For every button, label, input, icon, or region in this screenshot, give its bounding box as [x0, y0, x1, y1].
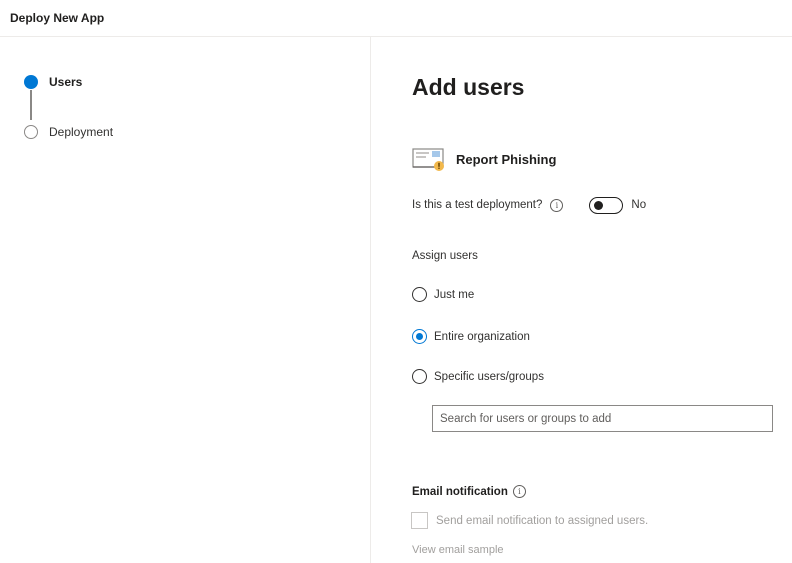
email-notification-checkbox-row[interactable]: Send email notification to assigned user… [411, 512, 648, 529]
header-title: Deploy New App [10, 11, 105, 25]
test-deployment-row: Is this a test deployment? i No [412, 195, 646, 215]
step-users[interactable]: Users [24, 75, 82, 89]
radio-just-me[interactable]: Just me [412, 287, 474, 302]
app-name: Report Phishing [456, 151, 557, 167]
page-title: Add users [412, 74, 525, 100]
assign-users-label: Assign users [412, 250, 478, 262]
email-warning-icon [412, 146, 446, 172]
header-bar: Deploy New App [0, 0, 792, 37]
step-connector-line [30, 90, 32, 120]
test-deployment-label: Is this a test deployment? [412, 199, 543, 211]
radio-button[interactable] [412, 369, 427, 384]
toggle-state-text: No [631, 199, 647, 211]
email-notification-heading: Email notification i [412, 485, 526, 498]
step-deployment[interactable]: Deployment [24, 125, 113, 139]
radio-entire-organization[interactable]: Entire organization [412, 329, 530, 344]
app-info: Report Phishing [412, 146, 556, 172]
test-deployment-toggle[interactable] [589, 196, 624, 214]
radio-button-checked[interactable] [412, 329, 427, 344]
radio-specific-users-groups[interactable]: Specific users/groups [412, 369, 544, 384]
info-icon[interactable]: i [550, 198, 564, 212]
step-users-label: Users [49, 75, 83, 89]
radio-label: Just me [434, 288, 475, 301]
view-email-sample-link[interactable]: View email sample [412, 544, 504, 556]
step-active-dot-icon [24, 75, 38, 89]
panel-divider [370, 37, 371, 563]
step-deployment-label: Deployment [49, 125, 114, 139]
info-icon[interactable]: i [512, 485, 526, 498]
toggle-knob [594, 200, 604, 210]
email-notification-title: Email notification [412, 485, 508, 498]
step-inactive-dot-icon [24, 125, 38, 139]
email-notification-checkbox[interactable] [411, 512, 428, 529]
radio-label: Entire organization [434, 330, 530, 343]
radio-label: Specific users/groups [434, 370, 544, 383]
search-users-input[interactable] [432, 405, 773, 432]
email-notification-checkbox-label: Send email notification to assigned user… [436, 514, 649, 527]
radio-button[interactable] [412, 287, 427, 302]
